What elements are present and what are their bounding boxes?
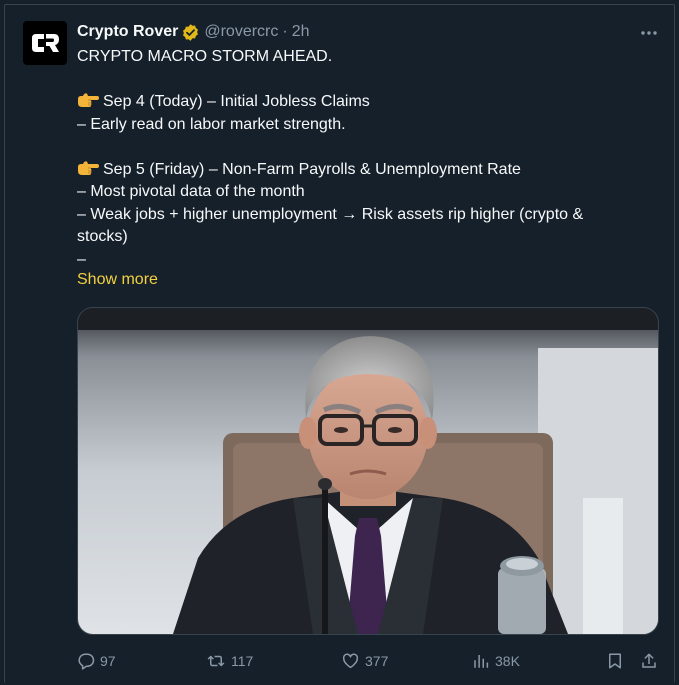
tweet-timestamp[interactable]: 2h xyxy=(292,23,310,41)
reply-button[interactable]: 97 xyxy=(77,648,116,674)
tweet-actions: 97 117 377 38K xyxy=(0,648,679,674)
author-name[interactable]: Crypto Rover xyxy=(77,23,178,41)
retweet-button[interactable]: 117 xyxy=(206,648,253,674)
like-count: 377 xyxy=(365,653,389,669)
heart-icon xyxy=(342,653,359,669)
photo-of-man-in-suit-at-meeting xyxy=(78,308,658,634)
header-separator: · xyxy=(282,23,288,40)
like-button[interactable]: 377 xyxy=(341,648,388,674)
pointing-right-emoji xyxy=(78,93,99,107)
tweet-text: CRYPTO MACRO STORM AHEAD. Sep 4 (Today) … xyxy=(77,46,652,271)
verified-badge-icon[interactable] xyxy=(181,23,200,42)
tweet-block-1-title-line: Sep 4 (Today) – Initial Jobless Claims xyxy=(77,91,652,114)
tweet-block-1-line: – Early read on labor market strength. xyxy=(77,115,346,133)
reply-count: 97 xyxy=(100,653,116,669)
show-more-link[interactable]: Show more xyxy=(77,271,158,289)
tweet-block-2-line: – Most pivotal data of the month xyxy=(77,183,305,200)
tweet-block-2-line: – xyxy=(77,250,86,268)
share-button[interactable] xyxy=(640,648,658,674)
bookmark-icon xyxy=(609,653,621,669)
tweet-block-1-title: Sep 4 (Today) – Initial Jobless Claims xyxy=(103,93,370,110)
tweet-block-2-title-line: Sep 5 (Friday) – Non-Farm Payrolls & Une… xyxy=(77,159,652,182)
share-icon xyxy=(642,653,656,668)
views-button[interactable]: 38K xyxy=(472,648,520,674)
tweet-image[interactable] xyxy=(77,307,659,635)
reply-icon xyxy=(78,653,95,670)
author-handle[interactable]: @rovercrc xyxy=(204,23,278,41)
retweet-icon xyxy=(207,655,225,667)
tweet-header: Crypto Rover @rovercrc · 2h xyxy=(77,21,310,43)
avatar[interactable] xyxy=(23,21,67,65)
tweet-headline: CRYPTO MACRO STORM AHEAD. xyxy=(77,48,333,65)
tweet[interactable]: Crypto Rover @rovercrc · 2h CRYPTO MACRO… xyxy=(0,0,679,685)
retweet-count: 117 xyxy=(231,653,254,669)
tweet-block-2-title: Sep 5 (Friday) – Non-Farm Payrolls & Une… xyxy=(103,160,521,178)
tweet-block-2-line: – Weak jobs + higher unemployment → Risk… xyxy=(77,205,584,223)
cr-logo-icon xyxy=(32,34,59,52)
pointing-right-emoji xyxy=(78,160,99,175)
more-options-icon[interactable] xyxy=(638,22,660,44)
views-count: 38K xyxy=(495,653,520,669)
views-chart-icon xyxy=(474,655,489,668)
bookmark-button[interactable] xyxy=(606,648,624,674)
tweet-block-2-line: stocks) xyxy=(77,228,128,245)
